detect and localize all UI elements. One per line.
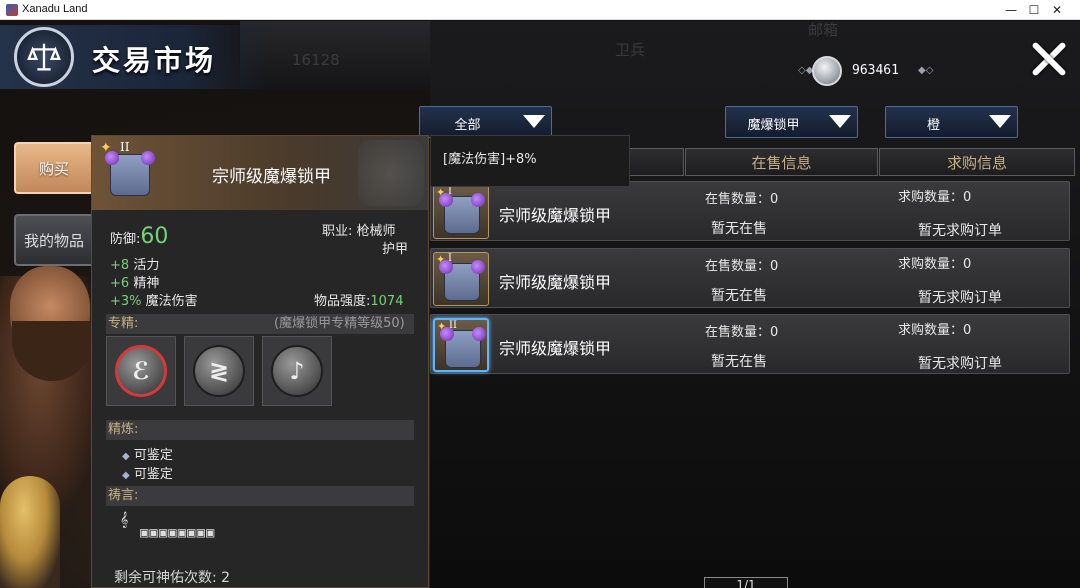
diamond-icon: ◆ [122,470,130,481]
affix-tooltip: [魔法伤害]+8% [430,135,630,187]
sale-status: 暂无在售 [711,221,767,237]
mastery-slot[interactable]: ♪ [262,336,332,406]
mastery-wave-icon: ≷ [193,345,245,397]
stat-line: +6 精神 [110,276,160,291]
background-ghost-text: 卫兵 [615,41,646,59]
item-name: 宗师级魔爆锁甲 [499,273,612,292]
app-icon [6,4,18,16]
buy-status: 暂无求购订单 [918,356,1002,372]
chevron-down-icon [829,115,851,128]
item-name: 宗师级魔爆锁甲 [499,339,612,358]
chain-armor-icon [439,260,485,301]
item-icon[interactable]: ✦ I [433,252,489,306]
tooltip-item-icon: ✦ II [98,140,162,202]
defense-value: 60 [140,224,169,249]
category-dropdown-label: 全部 [454,118,481,133]
currency-value: 963461 [852,63,899,78]
sale-count: 在售数量：0 [705,325,779,340]
buy-count: 求购数量：0 [898,323,972,338]
list-item[interactable]: ✦ II 宗师级魔爆锁甲 在售数量：0 暂无在售 求购数量：0 暂无求购订单 [430,314,1070,374]
tab-my-items[interactable]: 我的物品 [14,214,94,266]
chevron-down-icon [523,115,545,128]
tooltip-tier: II [120,140,130,154]
armor-silhouette-icon [358,140,424,206]
buy-count: 求购数量：0 [898,257,972,272]
diamond-icon: ◆ [122,451,130,462]
column-header-sale: 在售信息 [685,148,878,176]
window-close-button[interactable]: ✕ [1034,0,1080,20]
quality-dropdown-label: 橙 [926,118,940,133]
item-strength: 物品强度:1074 [314,294,404,309]
item-icon[interactable]: ✦ II [433,318,489,372]
mastery-drop-icon: ♪ [271,345,323,397]
item-tooltip: ✦ II 宗师级魔爆锁甲 防御:60 职业: 枪械师 护甲 +8 活力 +6 精… [91,135,429,588]
mastery-note: (魔爆锁甲专精等级50) [274,316,405,331]
stat-line: +3% 魔法伤害 [110,294,198,309]
chain-armor-icon [440,327,486,368]
close-icon[interactable] [1028,39,1068,79]
chevron-down-icon [989,115,1011,128]
blessing-count: 剩余可神佑次数: 2 [114,570,231,586]
silver-coin-icon [812,56,842,86]
buy-status: 暂无求购订单 [918,223,1002,239]
game-viewport: 16128 邮箱 卫兵 交易市场 ◇◆ 963461 ◆◇ 购买 我的物品 全部… [0,21,1080,588]
mastery-slot[interactable]: ℰ [106,336,176,406]
buy-status: 暂无求购订单 [918,290,1002,306]
category-dropdown[interactable]: 全部 [419,106,552,138]
page-indicator: 1/1 [704,577,788,588]
refine-item: ◆ 可鉴定 [122,467,173,482]
mastery-section-header: 专精: (魔爆锁甲专精等级50) [106,314,414,334]
tooltip-header: ✦ II 宗师级魔爆锁甲 [92,136,428,210]
background-ghost-text: 邮箱 [808,21,839,39]
affix-text: [魔法伤害]+8% [443,152,537,167]
window-titlebar: Xanadu Land — ☐ ✕ [0,0,1080,20]
refine-item: ◆ 可鉴定 [122,448,173,463]
item-name: 宗师级魔爆锁甲 [499,206,612,225]
sale-status: 暂无在售 [711,288,767,304]
mastery-slot[interactable]: ≷ [184,336,254,406]
quality-dropdown[interactable]: 橙 [885,106,1018,138]
sale-count: 在售数量：0 [705,192,779,207]
girl-character-art [0,476,60,588]
currency-display: ◇◆ 963461 ◆◇ [798,56,933,86]
prayer-glyph-icon: 𝄞 [120,512,129,528]
item-type-dropdown-label: 魔爆锁甲 [747,118,800,133]
buy-count: 求购数量：0 [898,190,972,205]
slot-label: 护甲 [382,242,409,257]
tooltip-item-name: 宗师级魔爆锁甲 [212,167,331,187]
sale-status: 暂无在售 [711,354,767,370]
sale-count: 在售数量：0 [705,259,779,274]
column-header-buy: 求购信息 [879,148,1075,176]
scales-icon [14,27,74,87]
page-title: 交易市场 [92,44,217,77]
item-icon[interactable]: ✦ I [433,185,489,239]
ornament-icon: ◆◇ [918,65,934,76]
list-item[interactable]: ✦ I 宗师级魔爆锁甲 在售数量：0 暂无在售 求购数量：0 暂无求购订单 [430,181,1070,241]
item-type-dropdown[interactable]: 魔爆锁甲 [725,106,858,138]
chain-armor-icon [439,193,485,234]
stat-line: +8 活力 [110,258,160,273]
tab-buy[interactable]: 购买 [14,142,94,194]
list-item[interactable]: ✦ I 宗师级魔爆锁甲 在售数量：0 暂无在售 求购数量：0 暂无求购订单 [430,248,1070,308]
chain-armor-icon [105,151,155,196]
defense-label: 防御:60 [110,224,169,249]
background-ghost-text: 16128 [292,51,340,69]
class-label: 职业: 枪械师 [322,224,396,239]
prayer-runes: ▣▣▣▣▣▣▣▣ [140,525,216,541]
refine-section-header: 精炼: [106,420,414,440]
mastery-slash-icon: ℰ [115,345,167,397]
window-title: Xanadu Land [22,3,88,15]
prayer-section-header: 祷言: [106,486,414,506]
